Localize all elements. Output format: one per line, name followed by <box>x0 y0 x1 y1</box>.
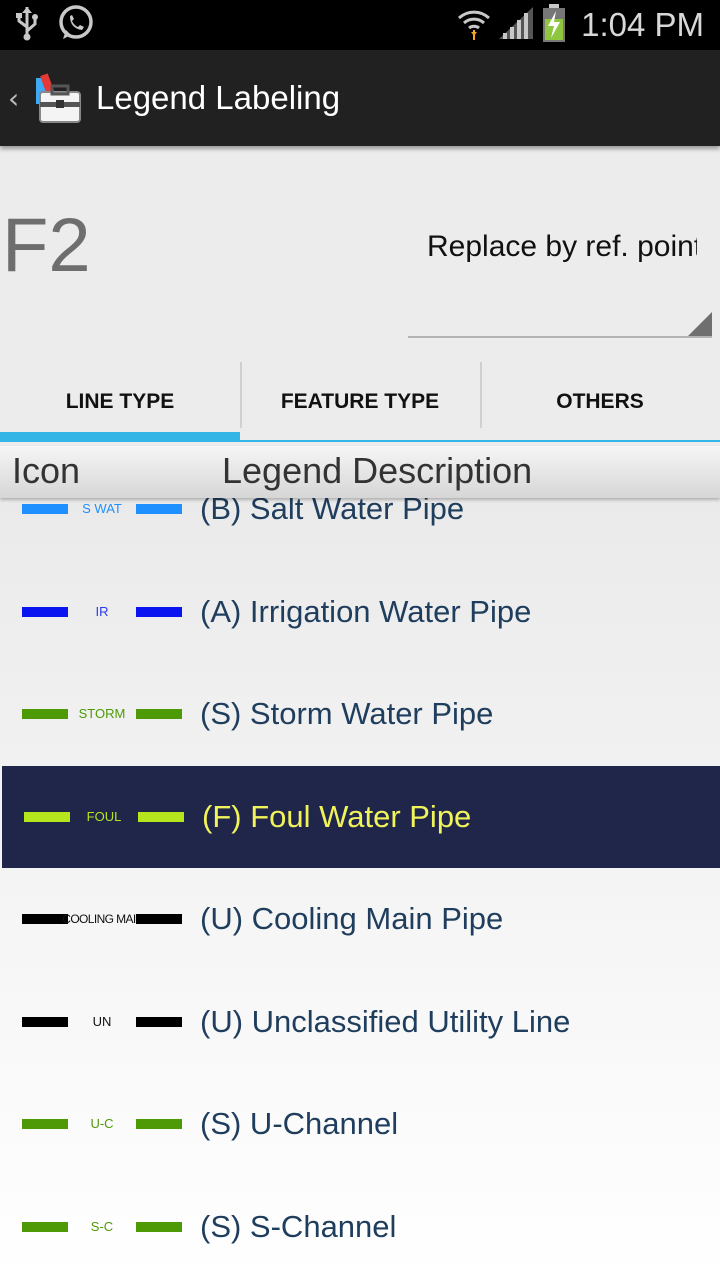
legend-list-item[interactable]: U-C (S) U-Channel <box>0 1073 720 1176</box>
tab-others[interactable]: OTHERS <box>480 362 720 442</box>
tab-line-type[interactable]: LINE TYPE <box>0 362 240 442</box>
dropdown-corner-icon <box>688 312 712 336</box>
legend-list-item[interactable]: COOLING MAIN (U) Cooling Main Pipe <box>0 868 720 971</box>
legend-line-icon: IR <box>22 603 182 621</box>
legend-icon-label: FOUL <box>86 808 122 824</box>
tab-feature-type[interactable]: FEATURE TYPE <box>240 362 480 442</box>
legend-list[interactable]: S WAT (B) Salt Water Pipe IR (A) Irrigation… <box>0 456 720 1280</box>
replace-select[interactable]: Replace by ref. point <box>408 222 712 338</box>
line-segment-left <box>22 504 68 515</box>
line-segment-right <box>138 811 184 822</box>
legend-description: (F) Foul Water Pipe <box>202 798 472 834</box>
battery-charging-icon <box>541 3 567 47</box>
tab-indicator <box>240 440 480 442</box>
legend-icon-label: S WAT <box>82 501 122 517</box>
legend-icon-label: U-C <box>90 1116 114 1132</box>
back-chevron-icon[interactable]: ‹ <box>8 82 24 115</box>
whatsapp-icon <box>56 3 96 47</box>
line-segment-right <box>136 1221 182 1232</box>
status-bar: 1:04 PM <box>0 0 720 50</box>
legend-line-icon: U-C <box>22 1115 182 1133</box>
line-segment-left <box>22 606 68 617</box>
tab-indicator <box>480 440 720 442</box>
legend-description: (U) Unclassified Utility Line <box>200 1003 571 1039</box>
legend-icon-label: STORM <box>78 706 126 722</box>
legend-description: (A) Irrigation Water Pipe <box>200 593 532 629</box>
line-segment-left <box>22 1016 68 1027</box>
toolbox-icon[interactable] <box>30 70 86 126</box>
action-bar: ‹ Legend Labeling <box>0 50 720 146</box>
tab-bar: LINE TYPE FEATURE TYPE OTHERS <box>0 362 720 442</box>
legend-line-icon: COOLING MAIN <box>22 910 182 928</box>
legend-list-item[interactable]: IR (A) Irrigation Water Pipe <box>0 561 720 664</box>
column-description-header: Legend Description <box>222 450 533 491</box>
line-segment-right <box>136 914 182 925</box>
legend-icon-label: IR <box>95 603 109 619</box>
legend-list-item[interactable]: UN (U) Unclassified Utility Line <box>0 971 720 1074</box>
replace-select-value: Replace by ref. point <box>427 230 697 263</box>
legend-line-icon: S-C <box>22 1218 182 1236</box>
legend-list-item[interactable]: FOUL (F) Foul Water Pipe <box>2 765 720 868</box>
line-segment-left <box>24 811 70 822</box>
legend-description: (S) S-Channel <box>200 1208 397 1244</box>
clock: 1:04 PM <box>581 6 704 43</box>
legend-line-icon: UN <box>22 1013 182 1031</box>
line-segment-right <box>136 606 182 617</box>
legend-icon-label: UN <box>92 1013 112 1029</box>
usb-icon <box>14 5 40 45</box>
tab-indicator <box>0 432 240 442</box>
column-icon-header: Icon <box>12 450 81 491</box>
line-segment-left <box>22 709 68 720</box>
legend-description: (S) Storm Water Pipe <box>200 696 494 732</box>
signal-icon <box>499 7 534 43</box>
line-segment-right <box>136 504 182 515</box>
legend-list-item[interactable]: STORM (S) Storm Water Pipe <box>0 663 720 766</box>
line-segment-right <box>136 1119 182 1130</box>
tab-label: LINE TYPE <box>65 390 175 413</box>
line-segment-left <box>22 1119 68 1130</box>
legend-line-icon: S WAT <box>22 500 182 518</box>
legend-icon-label: S-C <box>90 1218 114 1234</box>
page-title: Legend Labeling <box>96 79 341 116</box>
wifi-icon <box>457 6 491 44</box>
line-segment-left <box>22 1221 68 1232</box>
tab-label: OTHERS <box>556 390 644 413</box>
legend-description: (S) U-Channel <box>200 1106 399 1142</box>
legend-line-icon: STORM <box>22 705 182 723</box>
legend-list-content: S WAT (B) Salt Water Pipe IR (A) Irrigation… <box>0 458 720 1278</box>
list-column-header: Icon Legend Description <box>0 446 720 498</box>
line-segment-right <box>136 709 182 720</box>
feature-code-label: F2 <box>2 203 91 288</box>
line-segment-right <box>136 1016 182 1027</box>
legend-list-item[interactable]: S-C (S) S-Channel <box>0 1176 720 1279</box>
legend-line-icon: FOUL <box>24 808 184 826</box>
tab-label: FEATURE TYPE <box>280 390 440 413</box>
legend-description: (U) Cooling Main Pipe <box>200 901 504 937</box>
